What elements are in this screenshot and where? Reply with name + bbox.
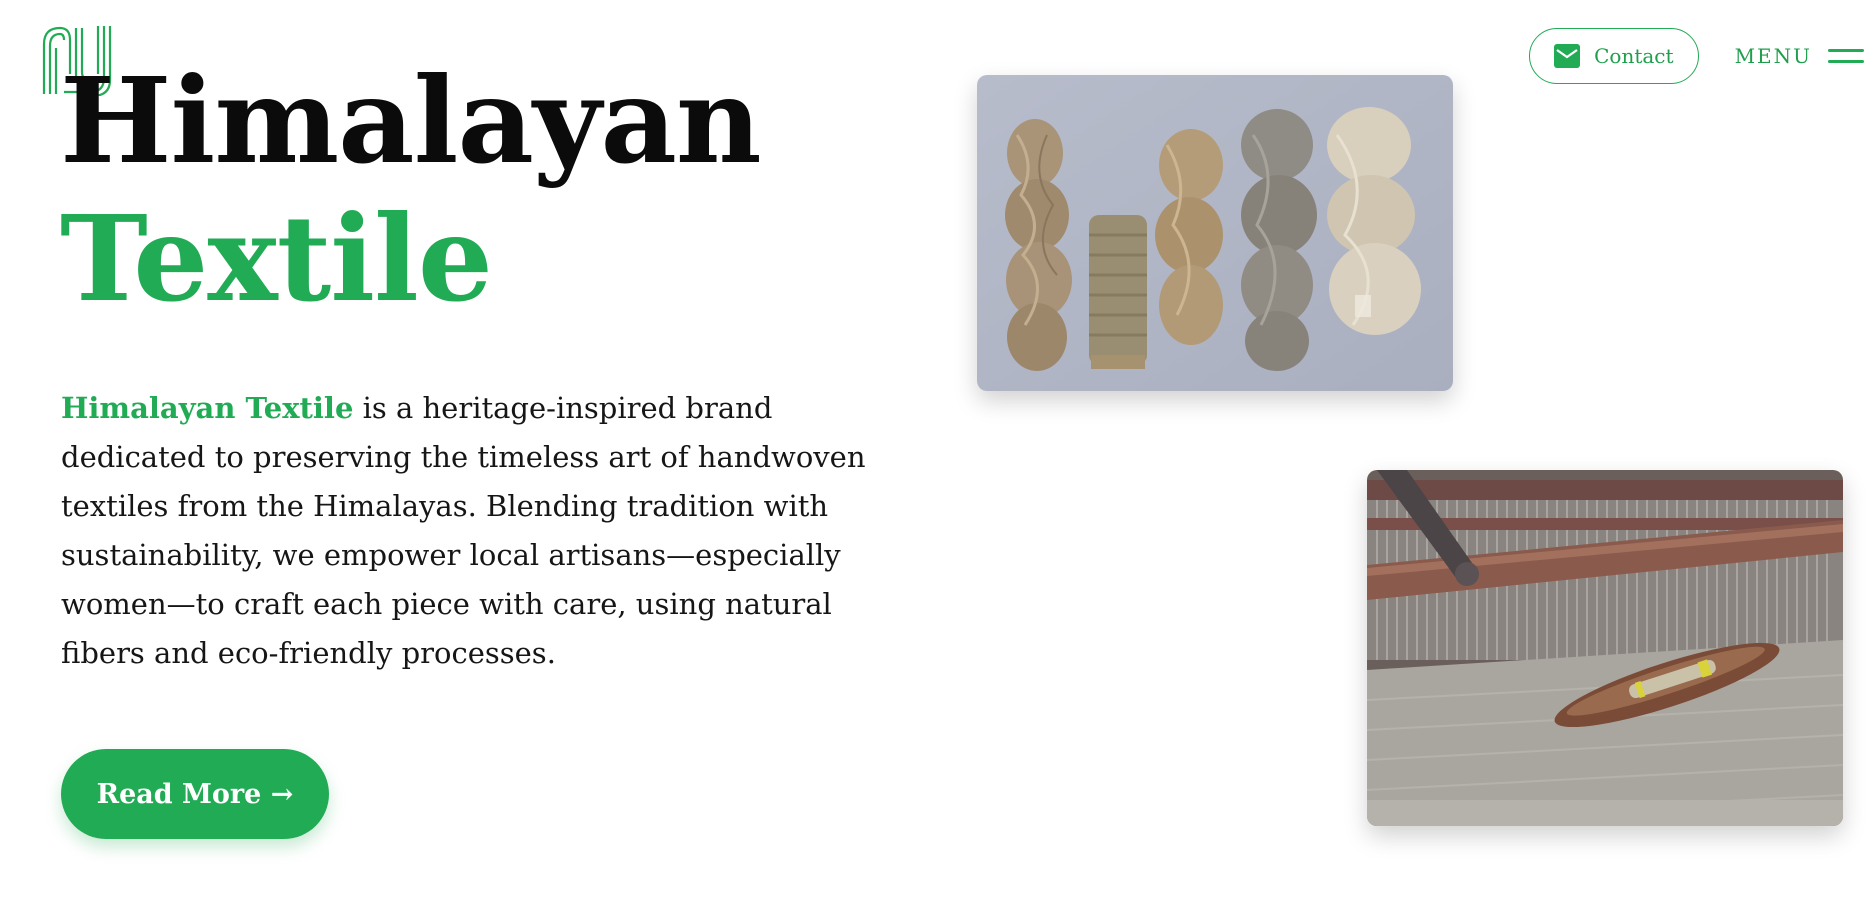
mail-icon [1554,44,1581,68]
read-more-label: Read More → [96,778,294,810]
hamburger-icon [1828,49,1864,63]
menu-label: MENU [1734,44,1812,68]
hero-intro: Himalayan Textile is a heritage-inspired… [61,384,921,678]
yarn-skeins-image [977,75,1453,391]
handloom-shuttle-photo [1367,470,1843,826]
menu-toggle[interactable]: MENU [1735,44,1864,68]
hero-title-line1: Himalayan [60,51,762,190]
yarn-skeins-photo [977,75,1453,391]
contact-button[interactable]: Contact [1529,28,1699,84]
hero-title-line2: Textile [60,189,493,328]
contact-label: Contact [1594,44,1674,68]
intro-text: is a heritage-inspired brand dedicated t… [61,391,866,670]
handloom-image [1367,470,1843,826]
read-more-button[interactable]: Read More → [61,749,329,839]
hero-title: Himalayan Textile [60,51,762,328]
intro-brand-name: Himalayan Textile [61,391,354,425]
header-actions: Contact MENU [1529,28,1864,84]
